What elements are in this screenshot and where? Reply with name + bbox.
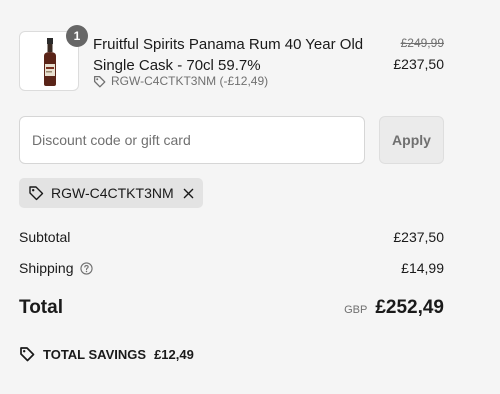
total-value: £252,49 [375, 297, 444, 318]
total-label: Total [19, 297, 63, 318]
applied-code-label: RGW-C4CTKT3NM [51, 185, 174, 201]
shipping-row: Shipping £14,99 [19, 260, 444, 276]
tag-icon [29, 186, 44, 201]
applied-discount-chip: RGW-C4CTKT3NM [19, 178, 203, 208]
original-price: £249,99 [400, 36, 444, 50]
tag-icon [20, 347, 35, 362]
rum-bottle-icon [44, 38, 56, 86]
subtotal-row: Subtotal £237,50 [19, 229, 444, 245]
shipping-value: £14,99 [401, 260, 444, 276]
subtotal-value: £237,50 [393, 229, 444, 245]
product-title: Fruitful Spirits Panama Rum 40 Year Old … [93, 36, 364, 74]
savings-value: £12,49 [154, 346, 194, 362]
product-discount-line: RGW-C4CTKT3NM (-£12,49) [93, 74, 268, 88]
savings-label: TOTAL SAVINGS [43, 346, 147, 362]
quantity-badge: 1 [66, 25, 88, 47]
remove-discount-button[interactable] [183, 188, 194, 199]
product-price: £237,50 [393, 56, 444, 72]
subtotal-label: Subtotal [19, 229, 71, 245]
total-row: Total GBP £252,49 [19, 297, 444, 319]
total-savings: TOTAL SAVINGS £12,49 [19, 346, 194, 362]
apply-button[interactable]: Apply [379, 116, 444, 164]
discount-code-input[interactable] [19, 116, 365, 164]
product-discount-text: RGW-C4CTKT3NM (-£12,49) [111, 74, 269, 88]
close-icon [183, 188, 193, 198]
tag-icon [93, 75, 106, 87]
currency-code: GBP [344, 304, 368, 316]
help-icon[interactable] [79, 261, 93, 275]
order-summary: 1 Fruitful Spirits Panama Rum 40 Year Ol… [0, 0, 500, 394]
shipping-label: Shipping [19, 260, 74, 276]
